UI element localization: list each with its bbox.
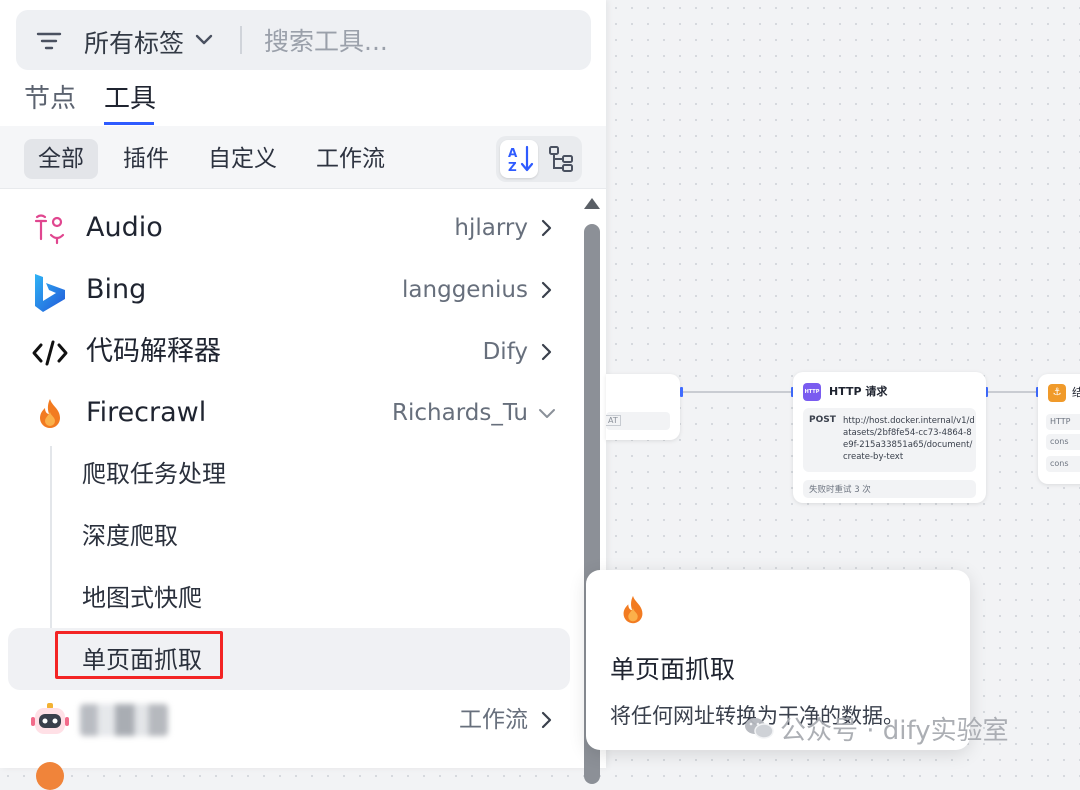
node-variable-chip: AT bbox=[606, 412, 670, 430]
tool-item-bing[interactable]: Bing langgenius bbox=[0, 260, 580, 322]
chevron-right-icon bbox=[540, 280, 552, 304]
category-workflow[interactable]: 工作流 bbox=[302, 139, 399, 179]
node-variable-chip: HTTP bbox=[1046, 414, 1080, 430]
robot-icon bbox=[30, 701, 69, 737]
workflow-edge bbox=[986, 391, 1038, 393]
tool-name: Audio bbox=[86, 212, 163, 243]
tool-item-workflow[interactable]: 工作流 bbox=[0, 690, 580, 752]
view-toggle: A Z bbox=[496, 136, 582, 182]
sort-az-icon: A Z bbox=[508, 145, 534, 174]
code-icon bbox=[32, 335, 68, 371]
tool-item-code-interpreter[interactable]: 代码解释器 Dify bbox=[0, 322, 580, 384]
svg-text:A: A bbox=[508, 146, 518, 160]
tool-author: Richards_Tu bbox=[392, 400, 528, 426]
http-request-summary: POST http://host.docker.internal/v1/data… bbox=[803, 408, 976, 472]
tooltip-title: 单页面抓取 bbox=[610, 655, 736, 684]
search-divider bbox=[240, 26, 242, 54]
tool-author: langgenius bbox=[402, 277, 528, 303]
category-custom[interactable]: 自定义 bbox=[194, 139, 291, 179]
fire-icon bbox=[32, 396, 68, 432]
node-variable-chip: cons bbox=[1046, 434, 1080, 450]
active-tab-indicator bbox=[104, 122, 154, 125]
tool-name: Firecrawl bbox=[86, 397, 207, 428]
category-all[interactable]: 全部 bbox=[24, 139, 98, 179]
tool-name: 代码解释器 bbox=[86, 336, 221, 367]
chevron-down-icon bbox=[538, 405, 556, 424]
fire-icon bbox=[616, 592, 650, 632]
tool-author: Dify bbox=[482, 339, 528, 365]
node-variable-chip: cons bbox=[1046, 456, 1080, 472]
next-tool-icon bbox=[36, 762, 64, 790]
workflow-node-next[interactable]: ⚓ 结 HTTP cons cons bbox=[1038, 374, 1080, 484]
wechat-icon bbox=[744, 716, 774, 744]
action-item-deep-crawl[interactable]: 深度爬取 bbox=[82, 516, 178, 556]
tool-item-firecrawl[interactable]: Firecrawl Richards_Tu bbox=[0, 383, 580, 445]
node-variable-tag: AT bbox=[606, 415, 621, 426]
tag-filter-dropdown[interactable]: 所有标签 bbox=[84, 24, 184, 60]
workflow-edge bbox=[681, 391, 793, 393]
tab-nodes[interactable]: 节点 bbox=[24, 78, 76, 115]
retry-text: 失败时重试 3 次 bbox=[809, 485, 871, 495]
audio-icon bbox=[32, 211, 68, 247]
tool-item-audio[interactable]: Audio hjlarry bbox=[0, 198, 580, 260]
node-title: 结 bbox=[1072, 386, 1080, 399]
tab-tools[interactable]: 工具 bbox=[104, 78, 156, 115]
node-output-port[interactable] bbox=[680, 387, 683, 397]
workflow-node-http-request[interactable]: HTTP HTTP 请求 POST http://host.docker.int… bbox=[793, 372, 986, 503]
tool-author: hjlarry bbox=[454, 215, 528, 241]
retry-info: 失败时重试 3 次 bbox=[803, 480, 976, 498]
watermark-text: 公众号 · dify实验室 bbox=[780, 716, 1009, 746]
scroll-up-arrow-icon[interactable] bbox=[583, 196, 601, 215]
blurred-tool-name bbox=[80, 704, 168, 736]
node-title: HTTP 请求 bbox=[829, 385, 888, 398]
category-bar: 全部 插件 自定义 工作流 A Z bbox=[0, 126, 606, 189]
svg-text:Z: Z bbox=[508, 160, 517, 174]
http-icon: HTTP bbox=[803, 383, 821, 401]
chevron-right-icon bbox=[540, 342, 552, 366]
action-item-crawl-job[interactable]: 爬取任务处理 bbox=[82, 454, 226, 494]
code-node-icon: ⚓ bbox=[1048, 384, 1066, 402]
action-item-map-crawl[interactable]: 地图式快爬 bbox=[82, 578, 202, 618]
chevron-right-icon bbox=[540, 218, 552, 242]
chevron-right-icon bbox=[540, 710, 552, 734]
category-plugins[interactable]: 插件 bbox=[109, 139, 183, 179]
tree-view-icon bbox=[549, 146, 573, 172]
chevron-down-icon[interactable] bbox=[194, 32, 214, 51]
filter-icon[interactable] bbox=[36, 30, 62, 56]
http-method: POST bbox=[809, 415, 836, 425]
search-input[interactable] bbox=[262, 20, 566, 62]
annotation-highlight-box bbox=[55, 631, 223, 679]
workflow-node-start[interactable]: AT bbox=[606, 374, 680, 440]
search-bar: 所有标签 bbox=[16, 10, 591, 70]
tool-selector-panel: 所有标签 节点 工具 全部 插件 自定义 工作流 A Z bbox=[0, 0, 606, 790]
tool-name: Bing bbox=[86, 274, 147, 305]
bing-icon bbox=[32, 273, 68, 312]
tree-view-button[interactable] bbox=[542, 140, 580, 178]
sort-az-button[interactable]: A Z bbox=[500, 140, 538, 178]
http-url: http://host.docker.internal/v1/datasets/… bbox=[843, 416, 975, 462]
tool-author: 工作流 bbox=[459, 707, 528, 733]
